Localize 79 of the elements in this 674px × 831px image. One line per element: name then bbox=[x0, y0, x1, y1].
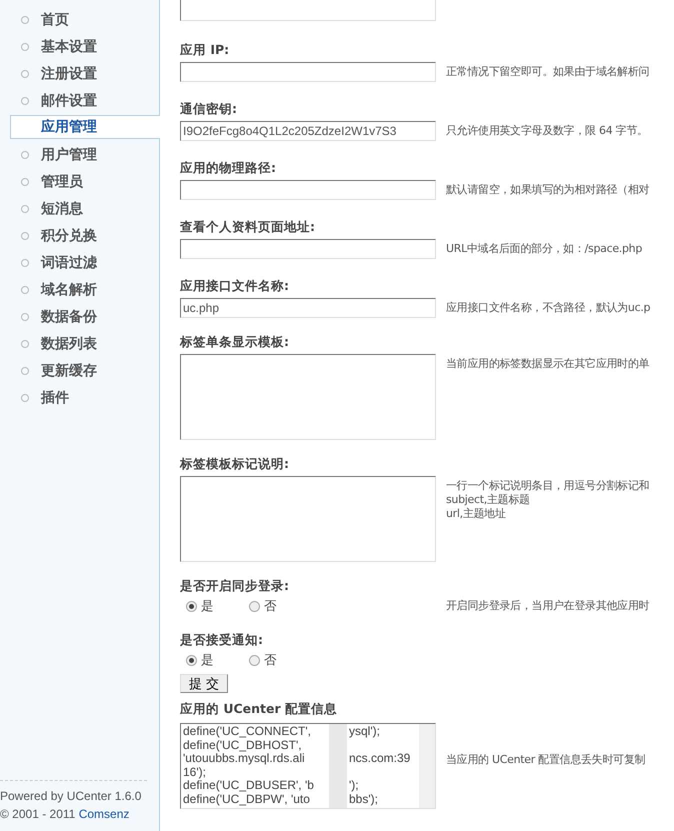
sidebar-item[interactable]: 基本设置 bbox=[10, 33, 159, 60]
sidebar-item[interactable]: 注册设置 bbox=[10, 60, 159, 87]
sidebar-item[interactable]: 用户管理 bbox=[10, 141, 159, 168]
field-label: 是否接受通知: bbox=[180, 631, 264, 649]
field-label: 标签模板标记说明: bbox=[180, 455, 290, 473]
radio-option[interactable]: 否 bbox=[243, 652, 306, 668]
field-label: 应用接口文件名称: bbox=[180, 277, 290, 295]
code-line: define('UC_CONNECT', bbox=[183, 725, 312, 738]
field-hint: 只允许使用英文字母及数字，限 64 字节。 bbox=[446, 123, 649, 139]
bullet-icon bbox=[21, 366, 29, 374]
sidebar-item[interactable]: 插件 bbox=[10, 384, 159, 411]
bullet-icon bbox=[21, 232, 29, 240]
scrollbar[interactable] bbox=[419, 724, 435, 808]
sidebar-item[interactable]: 词语过滤 bbox=[10, 249, 159, 276]
radio-button-icon[interactable] bbox=[186, 654, 197, 666]
text-field[interactable]: I9O2feFcg8o4Q1L2c205ZdzeI2W1v7S3 bbox=[180, 121, 436, 141]
field-hint: 当应用的 UCenter 配置信息丢失时可复制 bbox=[446, 752, 646, 768]
field-label: 通信密钥: bbox=[180, 100, 238, 118]
bullet-icon bbox=[21, 150, 29, 158]
field-label: 应用的 UCenter 配置信息 bbox=[180, 700, 338, 718]
field-hint: URL中域名后面的部分，如：/space.php bbox=[446, 241, 644, 257]
sidebar-item[interactable]: 数据备份 bbox=[10, 303, 159, 330]
code-line: 'utouubbs.mysql.rds.ali bbox=[183, 752, 306, 766]
text-area[interactable] bbox=[180, 354, 436, 440]
bullet-icon bbox=[21, 340, 29, 348]
field-label: 是否开启同步登录: bbox=[180, 577, 290, 595]
code-line: define('UC_DBPW', 'uto bbox=[183, 792, 311, 806]
sidebar-item[interactable]: 首页 bbox=[10, 6, 159, 33]
code-line: define('UC_DBUSER', 'b bbox=[183, 779, 315, 792]
radio-button-icon[interactable] bbox=[249, 600, 260, 612]
field-hint: 当前应用的标签数据显示在其它应用时的单 bbox=[446, 356, 650, 372]
powered-by-text: Powered by UCenter 1.6.0 bbox=[0, 789, 142, 803]
code-line: define('UC_DBHOST', bbox=[183, 738, 303, 752]
radio-button-icon[interactable] bbox=[249, 654, 260, 666]
bullet-icon bbox=[21, 204, 29, 212]
sidebar-item[interactable]: 短消息 bbox=[10, 195, 159, 222]
text-field[interactable] bbox=[180, 239, 436, 259]
field-hint: 正常情况下留空即可。如果由于域名解析问 bbox=[446, 64, 650, 80]
field-hint: 一行一个标记说明条目，用逗号分割标记和 subject,主题标题 url,主题地址 bbox=[446, 478, 650, 522]
bullet-icon bbox=[21, 42, 29, 50]
sidebar-item[interactable]: 管理员 bbox=[10, 168, 159, 195]
bullet-icon bbox=[21, 70, 29, 78]
sidebar-item[interactable]: 邮件设置 bbox=[10, 87, 159, 114]
bullet-icon bbox=[21, 178, 29, 186]
sidebar-item[interactable]: 数据列表 bbox=[10, 330, 159, 357]
text-field[interactable]: uc.php bbox=[180, 298, 436, 318]
bullet-icon bbox=[21, 394, 29, 402]
code-fragment: '); bbox=[349, 779, 359, 792]
bullet-icon bbox=[21, 258, 29, 266]
radio-option[interactable]: 是 bbox=[180, 598, 243, 614]
code-fragment: bbs'); bbox=[349, 792, 378, 806]
submit-button[interactable]: 提 交 bbox=[180, 674, 228, 693]
bullet-icon bbox=[21, 96, 29, 104]
bullet-icon bbox=[21, 16, 29, 24]
text-field[interactable] bbox=[180, 180, 436, 200]
radio-option[interactable]: 否 bbox=[243, 598, 306, 614]
field-hint: 默认请留空，如果填写的为相对路径（相对 bbox=[446, 182, 650, 198]
sidebar-item[interactable]: 应用管理 bbox=[10, 115, 160, 139]
copyright-text: © 2001 - 2011 bbox=[0, 807, 76, 821]
text-field[interactable] bbox=[180, 62, 436, 82]
field-label: 应用的物理路径: bbox=[180, 159, 277, 177]
sidebar-item[interactable]: 更新缓存 bbox=[10, 357, 159, 384]
bullet-icon bbox=[21, 312, 29, 320]
company-link[interactable]: Comsenz bbox=[78, 807, 130, 821]
bullet-icon bbox=[21, 286, 29, 294]
code-line: 16'); bbox=[183, 766, 207, 779]
sidebar-item[interactable]: 积分兑换 bbox=[10, 222, 159, 249]
config-text-area[interactable]: define('UC_CONNECT', ysql'); define('UC_DBHOST', 'utouubbs.mysql.rds.ali ncs.com:39 16'); define('UC_DBUSER', 'b '); define('UC_DBPW', 'uto bbs'); bbox=[180, 723, 436, 809]
radio-button-icon[interactable] bbox=[186, 600, 197, 612]
code-fragment: ysql'); bbox=[349, 725, 380, 738]
text-area[interactable] bbox=[180, 476, 436, 562]
field-hint: 应用接口文件名称，不含路径，默认为uc.p bbox=[446, 300, 652, 316]
field-label: 查看个人资料页面地址: bbox=[180, 218, 316, 236]
field-label: 应用 IP: bbox=[180, 41, 230, 59]
field-hint: 开启同步登录后，当用户在登录其他应用时 bbox=[446, 598, 650, 614]
code-fragment: ncs.com:39 bbox=[349, 752, 410, 766]
radio-option[interactable]: 是 bbox=[180, 652, 243, 668]
field-label: 标签单条显示模板: bbox=[180, 333, 290, 351]
sidebar-item[interactable]: 域名解析 bbox=[10, 276, 159, 303]
